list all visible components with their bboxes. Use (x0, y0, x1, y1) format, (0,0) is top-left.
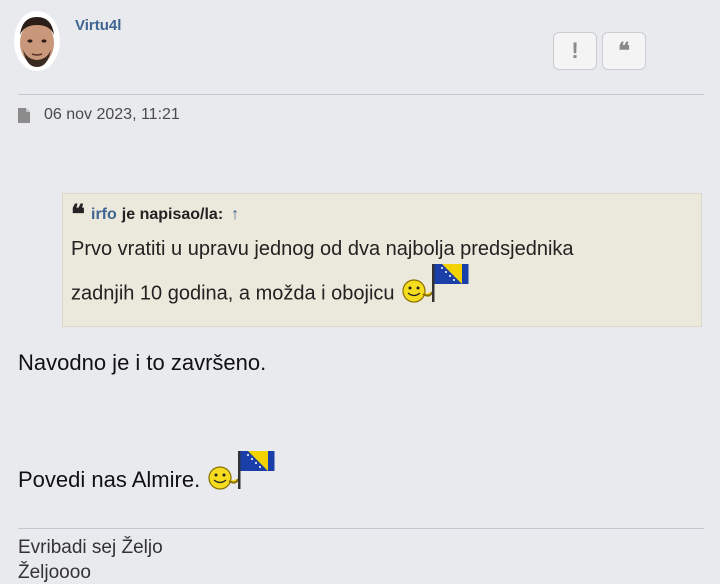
quote-wrote-label: je napisao/la: (121, 206, 224, 223)
post-author[interactable]: Virtu4l (75, 17, 121, 34)
quote-block: ❝ irfo je napisao/la: ↑ Prvo vratiti u u… (62, 193, 702, 327)
quote-icon: ❝ (618, 38, 630, 64)
jump-to-quote-link[interactable]: ↑ (231, 206, 239, 224)
signature-line-2: Željoooo (18, 562, 91, 583)
smiley-bosnia-flag-icon (402, 264, 469, 303)
quote-header: ❝ irfo je napisao/la: ↑ (71, 200, 239, 230)
avatar-photo (14, 11, 60, 71)
quote-button[interactable]: ❝ (602, 32, 646, 70)
quote-author-link[interactable]: irfo (91, 206, 117, 224)
quote-mark-icon: ❝ (71, 200, 85, 230)
signature-line: Evribadi sej Željo (18, 537, 163, 558)
report-button[interactable]: ! (553, 32, 597, 70)
post-text-line: Navodno je i to završeno. (18, 350, 267, 375)
document-icon (18, 107, 30, 123)
quote-text-line-2: zadnjih 10 godina, a možda i obojicu (71, 264, 470, 306)
quote-text-line: Prvo vratiti u upravu jednog od dva najb… (71, 238, 574, 260)
smiley-bosnia-flag-icon (208, 451, 275, 490)
post-text-line-2: Povedi nas Almire. (18, 451, 276, 493)
post-text: Povedi nas Almire. (18, 467, 201, 492)
avatar[interactable] (14, 11, 60, 71)
exclamation-icon: ! (571, 38, 579, 63)
post-date: 06 nov 2023, 11:21 (18, 106, 180, 124)
forum-post: Virtu4l ! ❝ 06 nov 2023, 11:21 ❝ irfo je… (0, 0, 720, 583)
divider (18, 94, 704, 95)
quote-text: zadnjih 10 godina, a možda i obojicu (71, 282, 395, 305)
signature-divider (18, 528, 704, 529)
post-date-text: 06 nov 2023, 11:21 (44, 106, 180, 123)
